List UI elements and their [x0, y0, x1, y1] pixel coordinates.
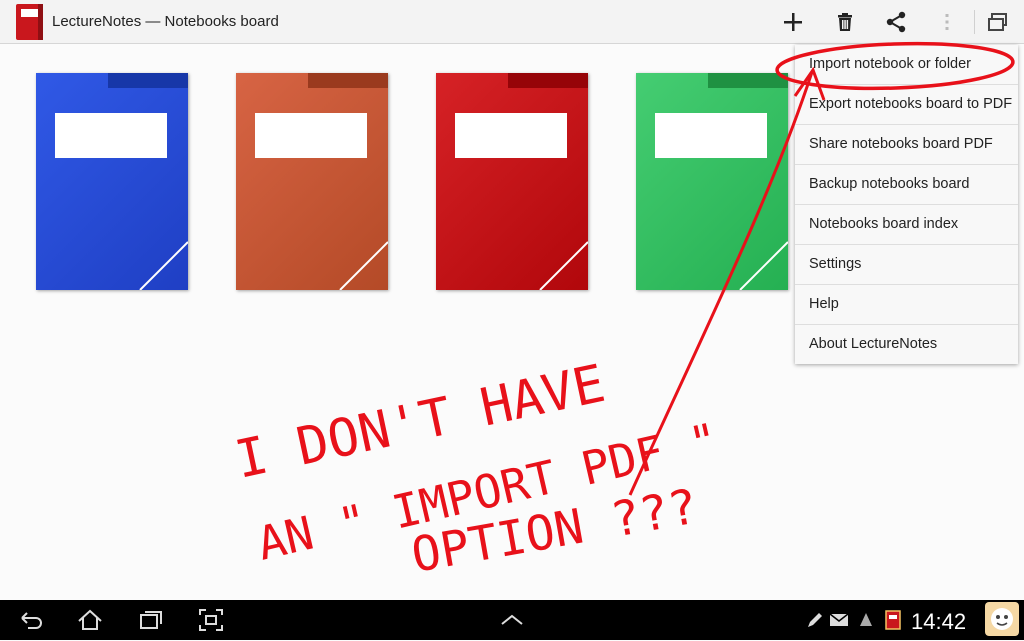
notebook-label: [255, 113, 367, 158]
mail-icon: [828, 609, 850, 631]
avatar-icon: [991, 608, 1013, 630]
screenshot-button[interactable]: [196, 605, 226, 635]
share-button[interactable]: [881, 7, 911, 37]
overflow-menu-icon: [945, 14, 949, 30]
notebook-tab: [508, 73, 588, 88]
window-mode-button[interactable]: [983, 7, 1013, 37]
trash-icon: [838, 13, 852, 31]
action-bar-divider: [974, 10, 975, 34]
delete-button[interactable]: [830, 7, 860, 37]
page-corner-icon: [539, 241, 588, 290]
notebook-orange[interactable]: [236, 73, 388, 290]
home-button[interactable]: [75, 605, 105, 635]
screenshot-icon: [199, 609, 223, 631]
home-icon: [78, 609, 102, 630]
notebook-tab: [108, 73, 188, 88]
back-button[interactable]: [16, 605, 46, 635]
lecturenotes-app-icon[interactable]: [16, 4, 43, 40]
app-drawer-handle[interactable]: [497, 605, 527, 635]
menu-item-share-pdf[interactable]: Share notebooks board PDF: [795, 125, 1018, 165]
page-corner-icon: [739, 241, 788, 290]
notebook-label: [55, 113, 167, 158]
status-clock: 14:42: [911, 609, 967, 634]
menu-item-backup[interactable]: Backup notebooks board: [795, 165, 1018, 205]
share-icon: [886, 11, 906, 33]
lecturenotes-status-icon: [882, 609, 904, 631]
notebook-label: [455, 113, 567, 158]
notebook-red[interactable]: [436, 73, 588, 290]
menu-item-export-pdf[interactable]: Export notebooks board to PDF: [795, 85, 1018, 125]
action-bar: LectureNotes — Notebooks board: [0, 0, 1024, 44]
notebook-blue[interactable]: [36, 73, 188, 290]
notebook-green[interactable]: [636, 73, 788, 290]
overflow-menu: Import notebook or folder Export noteboo…: [795, 45, 1018, 364]
recent-apps-icon: [140, 611, 162, 629]
chevron-up-icon: [501, 614, 523, 625]
page-corner-icon: [139, 241, 188, 290]
menu-item-about[interactable]: About LectureNotes: [795, 325, 1018, 364]
back-icon: [21, 612, 42, 629]
notebook-label: [655, 113, 767, 158]
plus-icon: [784, 13, 802, 31]
menu-item-settings[interactable]: Settings: [795, 245, 1018, 285]
system-nav-bar: 14:42: [0, 600, 1024, 640]
menu-item-help[interactable]: Help: [795, 285, 1018, 325]
notebook-tab: [308, 73, 388, 88]
recent-apps-button[interactable]: [135, 605, 165, 635]
notebook-tab: [708, 73, 788, 88]
page-corner-icon: [339, 241, 388, 290]
window-icon: [988, 13, 1007, 31]
pen-icon: [804, 609, 826, 631]
overflow-menu-button[interactable]: [932, 7, 962, 37]
add-button[interactable]: [778, 7, 808, 37]
app-title: LectureNotes — Notebooks board: [52, 13, 279, 30]
menu-item-import-notebook[interactable]: Import notebook or folder: [795, 45, 1018, 85]
menu-item-board-index[interactable]: Notebooks board index: [795, 205, 1018, 245]
notification-icon: [855, 609, 877, 631]
user-avatar[interactable]: [985, 602, 1019, 636]
